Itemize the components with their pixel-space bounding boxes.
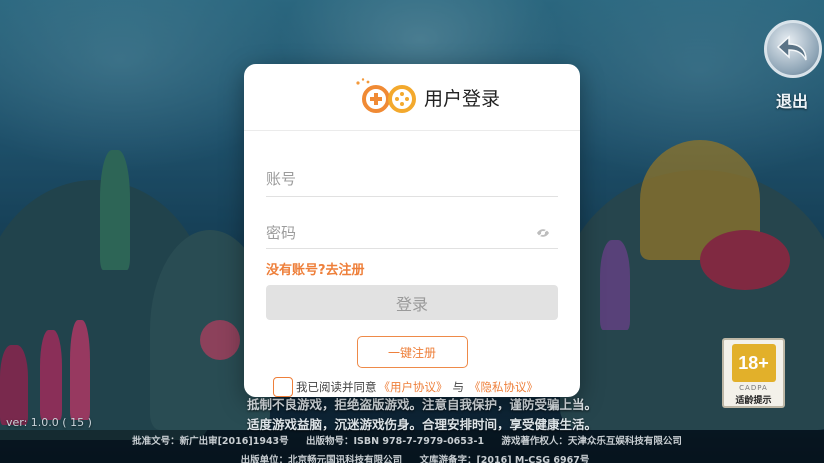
agreement-prefix: 我已阅读并同意 — [296, 380, 377, 394]
dialog-title: 用户登录 — [423, 87, 500, 110]
agreement-and: 与 — [452, 380, 465, 394]
login-button[interactable]: 登录 — [266, 285, 558, 320]
password-field — [266, 199, 558, 249]
age-rating-value: 18+ — [731, 344, 776, 382]
username-input[interactable] — [266, 170, 558, 196]
age-rating-org: CADPA — [739, 384, 768, 392]
footer-line-2: 出版单位：北京畅元国讯科技有限公司 文库游备字：[2016] M-CSG 696… — [3, 452, 824, 463]
publication-number: 出版物号：ISBN 978-7-7979-0653-1 — [305, 436, 485, 447]
record-number: 文库游备字：[2016] M-CSG 6967号 — [419, 455, 590, 463]
eye-icon[interactable] — [536, 228, 550, 238]
password-input[interactable] — [266, 224, 558, 248]
agreement-row: 我已阅读并同意 《用户协议》 与 《隐私协议》 — [273, 377, 558, 397]
login-dialog: 用户登录 没有账号?去注册 登录 一键注册 我已阅读并同意 《用户协议》 与 《… — [244, 64, 580, 397]
copyright-holder: 游戏著作权人：天津众乐互娱科技有限公司 — [501, 436, 682, 447]
username-field — [266, 145, 558, 197]
footer-line-1: 批准文号：新广出审[2016]1943号 出版物号：ISBN 978-7-797… — [0, 433, 819, 447]
agreement-checkbox[interactable] — [273, 377, 293, 397]
back-arrow-icon — [776, 35, 807, 61]
back-label[interactable]: 退出 — [776, 88, 808, 112]
gamepad-logo-icon — [356, 78, 416, 113]
approval-number: 批准文号：新广出审[2016]1943号 — [132, 436, 289, 447]
dialog-body: 没有账号?去注册 登录 一键注册 我已阅读并同意 《用户协议》 与 《隐私协议》 — [244, 145, 580, 397]
one-click-register-button[interactable]: 一键注册 — [356, 336, 468, 368]
back-button[interactable] — [764, 20, 822, 78]
privacy-agreement-link[interactable]: 《隐私协议》 — [469, 379, 538, 395]
version-label: ver: 1.0.0 ( 15 ) — [6, 416, 92, 429]
publisher: 出版单位：北京畅元国讯科技有限公司 — [240, 455, 403, 463]
user-agreement-link[interactable]: 《用户协议》 — [379, 379, 448, 395]
dialog-header: 用户登录 — [244, 64, 580, 131]
register-link[interactable]: 没有账号?去注册 — [266, 259, 558, 278]
